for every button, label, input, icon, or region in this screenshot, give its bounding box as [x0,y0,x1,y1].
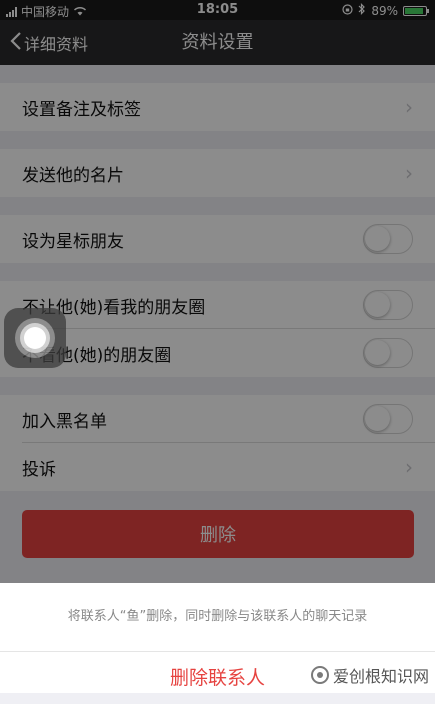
assistive-touch-button[interactable] [4,308,66,368]
action-sheet: 将联系人“鱼”删除，同时删除与该联系人的聊天记录 删除联系人 爱创根知识网 [0,583,435,693]
sheet-message: 将联系人“鱼”删除，同时删除与该联系人的聊天记录 [67,609,368,624]
watermark-text: 爱创根知识网 [332,667,429,686]
watermark: 爱创根知识网 [310,663,429,687]
watermark-logo-icon [310,666,329,684]
